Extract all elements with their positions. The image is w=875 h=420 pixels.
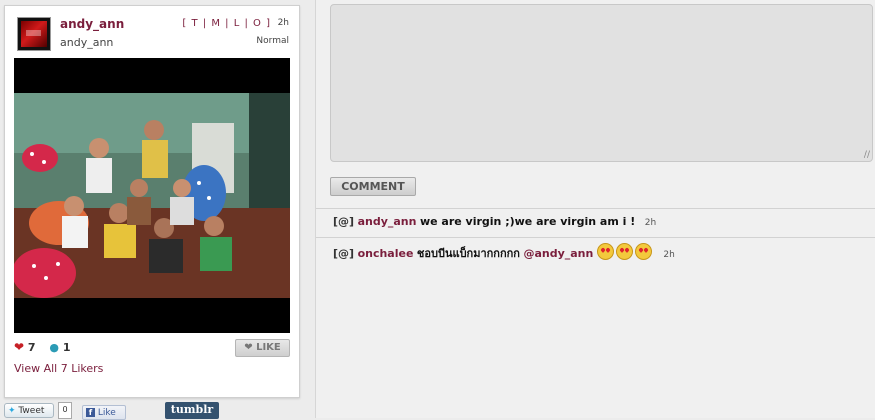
post-card: andy_ann andy_ann [ T | M | L | O ] 2h N… (4, 5, 300, 398)
comment-item: [@] andy_ann we are virgin ;)we are virg… (333, 215, 656, 228)
comment-bubble-icon: ● (49, 341, 60, 354)
link-t[interactable]: T (192, 18, 199, 29)
comment-mention[interactable]: @andy_ann (523, 247, 593, 260)
post-username[interactable]: andy_ann (60, 17, 124, 31)
tumblr-share-button[interactable]: tumblr (165, 402, 219, 419)
heart-icon: ❤ (14, 340, 25, 354)
comment-time: 2h (663, 250, 675, 260)
avatar[interactable] (17, 17, 51, 51)
mention-reply-button[interactable]: [@] (333, 215, 354, 228)
divider (316, 237, 875, 238)
comment-item: [@] onchalee ชอบบีนแบ็กมากกกกก @andy_ann… (333, 243, 675, 262)
heart-icon: ❤ (244, 342, 253, 353)
twitter-bird-icon: ✦ (8, 406, 16, 416)
facebook-icon: f (86, 408, 95, 417)
post-photo[interactable] (14, 58, 290, 333)
view-likers-link[interactable]: View All 7 Likers (14, 362, 103, 375)
divider (316, 208, 875, 209)
mention-reply-button[interactable]: [@] (333, 247, 354, 260)
post-full-name: andy_ann (60, 36, 114, 49)
post-column: andy_ann andy_ann [ T | M | L | O ] 2h N… (0, 0, 315, 420)
comments-count: 1 (62, 341, 71, 354)
emoji-group (596, 243, 658, 260)
post-action-links: [ T | M | L | O ] (182, 18, 271, 29)
likes-count: 7 (27, 341, 36, 354)
heart-eyes-emoji-icon (615, 243, 633, 260)
link-o[interactable]: O (253, 18, 262, 29)
heart-eyes-emoji-icon (596, 243, 614, 260)
like-button[interactable]: ❤ LIKE (235, 339, 290, 357)
comment-text: ชอบบีนแบ็กมากกกกก (416, 247, 520, 260)
post-filter: Normal (256, 36, 289, 46)
comment-time: 2h (644, 218, 657, 228)
heart-eyes-emoji-icon (634, 243, 652, 260)
comment-author[interactable]: onchalee (358, 247, 414, 260)
tweet-button[interactable]: ✦ Tweet (4, 403, 54, 418)
comment-textarea[interactable]: ∕∕ (330, 4, 873, 162)
comment-author[interactable]: andy_ann (358, 215, 417, 228)
comments-column: ∕∕ COMMENT [@] andy_ann we are virgin ;)… (316, 0, 875, 418)
post-stats: ❤ 7 ● 1 (14, 340, 71, 354)
tweet-count: 0 (58, 402, 72, 419)
comment-text: we are virgin ;)we are virgin am i ! (419, 215, 636, 228)
post-time: 2h (277, 18, 289, 28)
link-m[interactable]: M (211, 18, 221, 29)
comment-submit-button[interactable]: COMMENT (330, 177, 416, 196)
resize-grip-icon[interactable]: ∕∕ (864, 150, 870, 160)
